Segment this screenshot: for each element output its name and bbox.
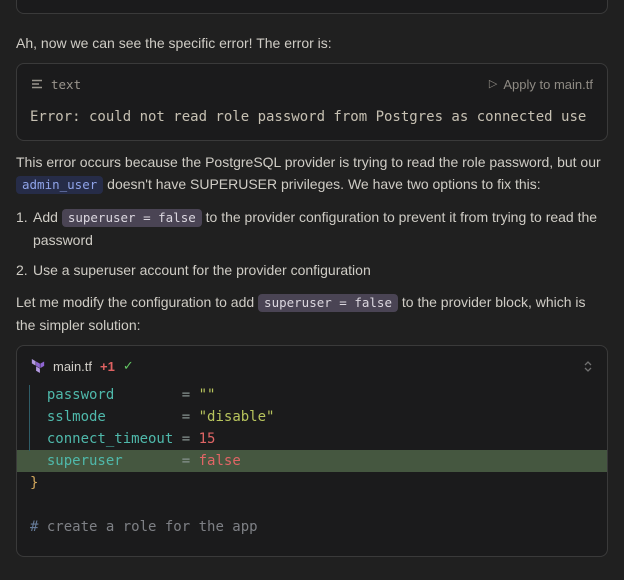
text-lines-icon — [31, 78, 43, 90]
item1-text-before: Add — [33, 209, 62, 225]
inline-code-admin-user: admin_user — [16, 176, 103, 194]
terraform-code-block: main.tf +1 ✓ password = "" sslmode = "di… — [16, 345, 608, 557]
code-line: } — [17, 472, 607, 494]
error-code-line: Error: could not read role password from… — [17, 106, 607, 128]
list-item-1: 1. Add superuser = false to the provider… — [16, 206, 608, 251]
intro-text: Ah, now we can see the specific error! T… — [16, 32, 608, 54]
terraform-code-block-header: main.tf +1 ✓ — [17, 346, 607, 384]
code-line: sslmode = "disable" — [17, 406, 607, 428]
chevron-up-down-icon — [583, 360, 593, 373]
apply-button-label: Apply to main.tf — [503, 77, 593, 92]
inline-code-superuser-false: superuser = false — [258, 294, 398, 312]
error-code-block-header: text ▷ Apply to main.tf — [17, 64, 607, 102]
previous-code-block-partial — [16, 0, 608, 14]
list-number: 1. — [16, 206, 33, 251]
terraform-code-area: password = "" sslmode = "disable" connec… — [17, 384, 607, 556]
explanation-paragraph: This error occurs because the PostgreSQL… — [16, 151, 608, 196]
code-line-added: superuser = false — [17, 450, 607, 472]
list-number: 2. — [16, 259, 33, 281]
apply-to-file-button[interactable]: ▷ Apply to main.tf — [489, 77, 593, 92]
code-line — [17, 494, 607, 516]
expand-collapse-button[interactable] — [583, 360, 593, 373]
options-list: 1. Add superuser = false to the provider… — [16, 206, 608, 281]
play-icon: ▷ — [489, 79, 497, 90]
terraform-logo-icon — [31, 359, 45, 373]
indent-guide — [29, 385, 30, 451]
closing-text-before: Let me modify the configuration to add — [16, 294, 258, 310]
item2-text: Use a superuser account for the provider… — [33, 259, 608, 281]
error-code-area: Error: could not read role password from… — [17, 102, 607, 140]
code-language-label: text — [51, 77, 81, 92]
inline-code-superuser-false: superuser = false — [62, 209, 202, 227]
explanation-text-after: doesn't have SUPERUSER privileges. We ha… — [103, 176, 540, 192]
chat-message-area: Ah, now we can see the specific error! T… — [0, 0, 624, 549]
diff-added-badge: +1 — [100, 359, 115, 374]
list-item-2: 2. Use a superuser account for the provi… — [16, 259, 608, 281]
code-line: password = "" — [17, 384, 607, 406]
code-block-filename: main.tf — [53, 359, 92, 374]
code-line: connect_timeout = 15 — [17, 428, 607, 450]
error-code-block: text ▷ Apply to main.tf Error: could not… — [16, 63, 608, 141]
code-line: # create a role for the app — [17, 516, 607, 538]
check-icon: ✓ — [123, 358, 134, 374]
explanation-text-before: This error occurs because the PostgreSQL… — [16, 154, 601, 170]
closing-paragraph: Let me modify the configuration to add s… — [16, 291, 608, 336]
